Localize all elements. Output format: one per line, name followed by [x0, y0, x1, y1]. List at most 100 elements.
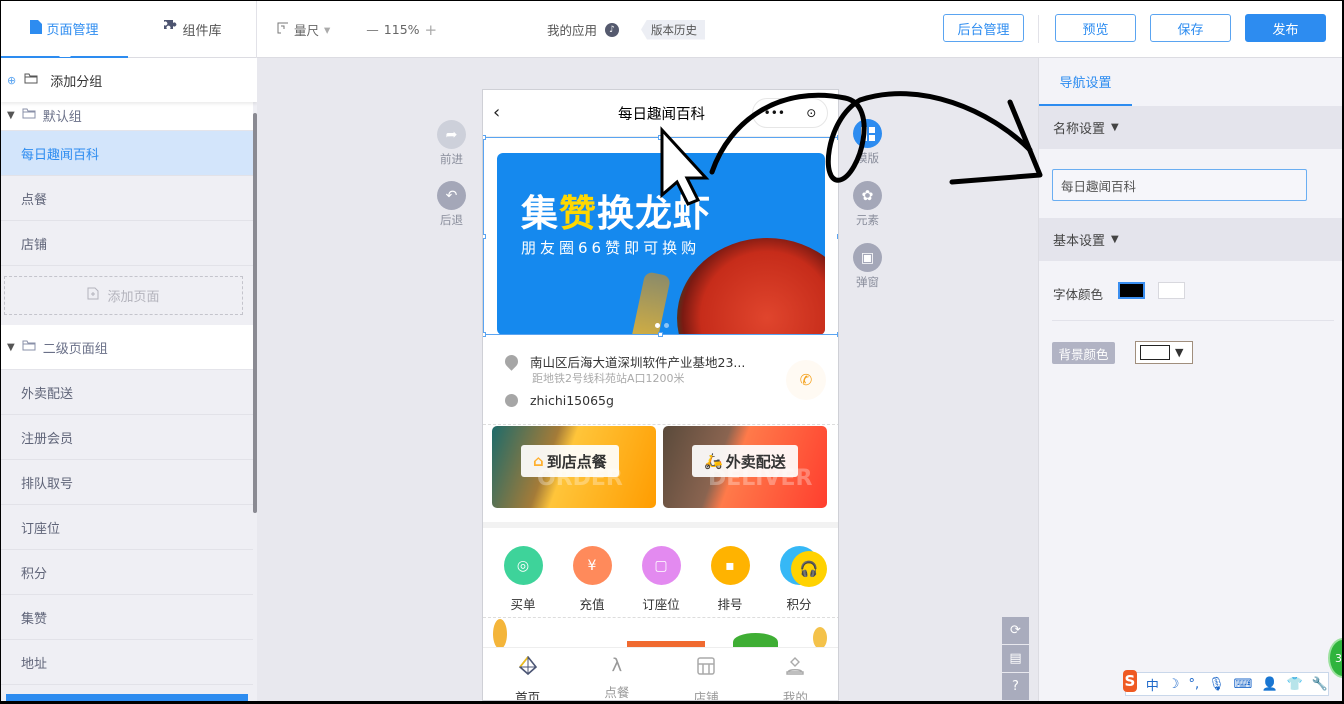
quick-recharge[interactable]: ¥ 充值: [567, 546, 617, 613]
capsule-menu[interactable]: ••• ⊙: [752, 98, 828, 128]
location-icon: [502, 352, 521, 371]
phone-nav-bar[interactable]: ‹ 每日趣闻百科 ••• ⊙: [483, 90, 838, 137]
punctuation-icon[interactable]: °,: [1189, 677, 1200, 692]
puzzle-icon: ✿: [853, 181, 882, 210]
preview-button[interactable]: 预览: [1055, 14, 1136, 42]
page-icon: [30, 19, 43, 38]
chat-icon[interactable]: ▤: [1002, 645, 1029, 672]
forward-button[interactable]: ➦ 前进: [437, 120, 466, 167]
tab-order[interactable]: λ 点餐: [572, 648, 661, 701]
sidebar-bottom-button[interactable]: [6, 694, 248, 701]
top-bar: 页面管理 组件库 量尺 ▾ — 115% + 我的应用 ♪ 版本历史 后台管理 …: [1, 1, 1342, 58]
bg-color-picker[interactable]: ▼: [1135, 341, 1193, 364]
page-sidebar: ⊕ 添加分组 ▼ 默认组 每日趣闻百科 点餐 店铺 添加页面 ▼ 二级页面组 外…: [1, 58, 257, 701]
quick-label: 积分: [786, 597, 812, 612]
page-item[interactable]: 每日趣闻百科: [1, 131, 253, 176]
popup-label: 弹窗: [856, 275, 879, 289]
refresh-icon[interactable]: ⟳: [1002, 617, 1029, 644]
elements-button[interactable]: ✿ 元素: [853, 181, 882, 228]
page-item[interactable]: 店铺: [1, 221, 253, 266]
quick-reserve[interactable]: ▢ 订座位: [636, 546, 686, 613]
headset-icon[interactable]: 🎧: [791, 551, 827, 587]
quick-queue[interactable]: ▪ 排号: [705, 546, 755, 613]
bg-color-label: 背景颜色: [1052, 342, 1115, 364]
tab-mine[interactable]: 我的: [751, 648, 838, 700]
page-item[interactable]: 外卖配送: [1, 370, 253, 415]
zoom-in-button[interactable]: +: [425, 21, 438, 39]
app-window: 页面管理 组件库 量尺 ▾ — 115% + 我的应用 ♪ 版本历史 后台管理 …: [1, 1, 1342, 701]
quick-label: 买单: [510, 597, 536, 612]
home-diamond-icon: [518, 655, 538, 681]
wifi-row[interactable]: zhichi15065g: [505, 393, 614, 408]
ruler-toggle[interactable]: 量尺 ▾: [277, 20, 330, 39]
store-info: 南山区后海大道深圳软件产业基地23... 距地铁2号线科苑站A口1200米 zh…: [483, 340, 838, 425]
folder-icon: [22, 108, 36, 123]
group-name: 默认组: [42, 109, 82, 125]
sogou-logo-icon[interactable]: S: [1123, 670, 1137, 692]
moon-icon[interactable]: ☽: [1168, 677, 1180, 692]
page-item[interactable]: 积分: [1, 550, 253, 595]
zoom-out-button[interactable]: —: [366, 22, 379, 37]
reserve-icon: ▢: [641, 546, 681, 585]
editor-canvas: ➦ 前进 ↶ 后退 模版 ✿ 元素 ▣ 弹窗 ‹ 每日趣闻百科 ••• ⊙ 集赞…: [257, 58, 1038, 701]
quick-label: 订座位: [642, 597, 680, 612]
font-color-label: 字体颜色: [1053, 287, 1104, 302]
publish-button[interactable]: 发布: [1245, 14, 1326, 42]
zoom-control: — 115% +: [366, 21, 437, 39]
microphone-icon[interactable]: 🎙: [1208, 677, 1225, 692]
dine-in-card[interactable]: ORDER ⌂ 到店点餐: [492, 426, 656, 508]
chevron-down-icon: ▾: [324, 22, 331, 37]
ime-toolbar: S 中 ☽ °, 🎙 ⌨ 👤 👕 🔧: [1123, 670, 1329, 696]
tab-home[interactable]: 首页: [483, 648, 572, 700]
tab-nav-settings[interactable]: 导航设置: [1039, 58, 1132, 106]
phone-call-icon[interactable]: ✆: [786, 360, 826, 400]
mini-program-icon[interactable]: ♪: [605, 22, 620, 37]
keyboard-icon[interactable]: ⌨: [1234, 677, 1253, 692]
page-item[interactable]: 地址: [1, 640, 253, 685]
page-item[interactable]: 订座位: [1, 505, 253, 550]
caret-down-icon: ▼: [7, 109, 15, 121]
close-circle-icon: ⊙: [806, 106, 817, 120]
name-settings-header[interactable]: 名称设置 ▼: [1039, 106, 1342, 149]
shirt-icon[interactable]: 👕: [1287, 677, 1303, 692]
popup-button[interactable]: ▣ 弹窗: [853, 243, 882, 290]
back-button[interactable]: ↶ 后退: [437, 181, 466, 228]
version-history-button[interactable]: 版本历史: [641, 19, 706, 40]
page-item[interactable]: 注册会员: [1, 415, 253, 460]
section-title: 基本设置: [1053, 234, 1106, 249]
address-row[interactable]: 南山区后海大道深圳软件产业基地23...: [502, 352, 745, 371]
group-header-secondary[interactable]: ▼ 二级页面组: [1, 325, 253, 370]
quick-label: 充值: [579, 597, 605, 612]
tab-store[interactable]: 店铺: [662, 648, 751, 700]
tab-page-management[interactable]: 页面管理: [1, 1, 128, 58]
add-page-button[interactable]: 添加页面: [4, 276, 243, 315]
nav-title-input[interactable]: [1052, 169, 1307, 201]
address-subtext: 距地铁2号线科苑站A口1200米: [532, 372, 685, 385]
wrench-icon[interactable]: 🔧: [1312, 677, 1328, 692]
bg-color-swatch: [1140, 345, 1170, 360]
template-button[interactable]: 模版: [853, 119, 882, 166]
help-icon[interactable]: ?: [1002, 673, 1029, 700]
divider: [1052, 320, 1334, 321]
left-panel-tabs: 页面管理 组件库: [1, 1, 257, 58]
font-color-black-swatch[interactable]: [1118, 282, 1145, 299]
ime-mode[interactable]: 中: [1146, 675, 1159, 694]
add-group-button[interactable]: ⊕ 添加分组: [1, 58, 257, 102]
delivery-card[interactable]: DELIVER 🛵 外卖配送: [663, 426, 827, 508]
user-icon[interactable]: 👤: [1261, 677, 1277, 692]
page-item[interactable]: 排队取号: [1, 460, 253, 505]
zoom-value: 115%: [383, 22, 420, 37]
chevron-left-icon[interactable]: ‹: [493, 102, 500, 123]
font-color-white-swatch[interactable]: [1158, 282, 1185, 299]
quick-pay[interactable]: ◎ 买单: [498, 546, 548, 613]
basic-settings-header[interactable]: 基本设置 ▼: [1039, 218, 1342, 261]
section-title: 名称设置: [1053, 122, 1106, 137]
save-button[interactable]: 保存: [1150, 14, 1231, 42]
page-item[interactable]: 点餐: [1, 176, 253, 221]
admin-button[interactable]: 后台管理: [943, 14, 1024, 42]
undo-icon: ↶: [437, 181, 466, 210]
wifi-name: zhichi15065g: [530, 393, 614, 408]
tab-component-library[interactable]: 组件库: [129, 1, 256, 58]
money-bag-icon: ¥: [572, 546, 612, 585]
page-item[interactable]: 集赞: [1, 595, 253, 640]
